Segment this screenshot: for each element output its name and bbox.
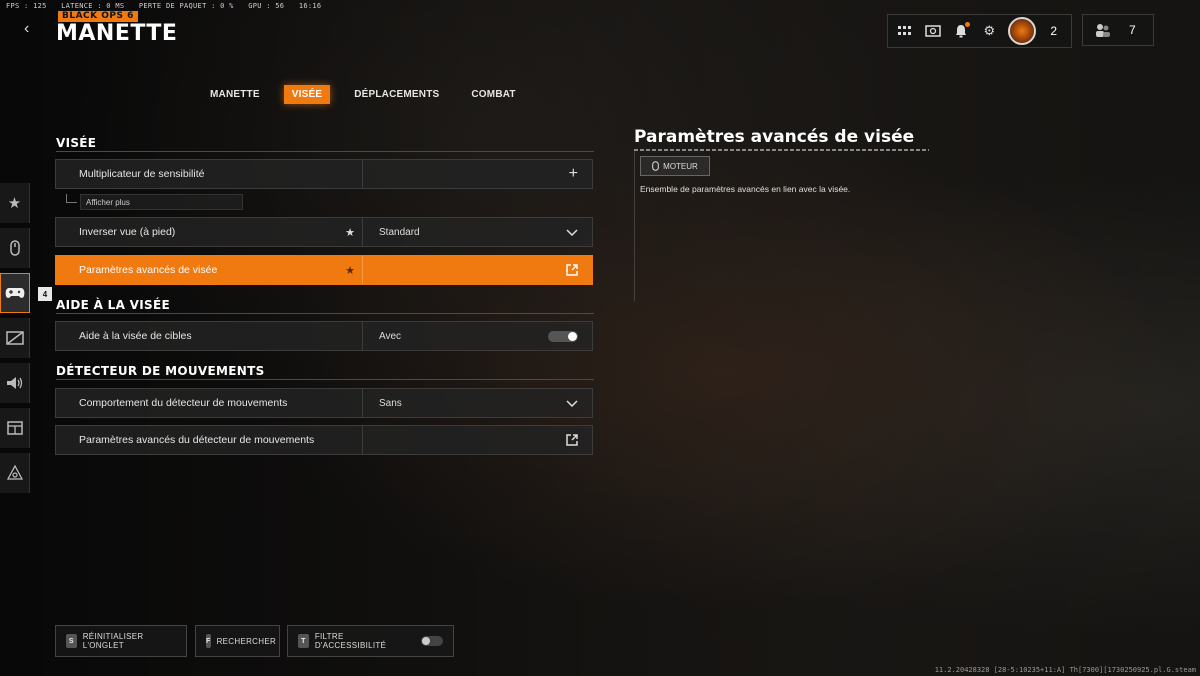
latency-readout: LATENCE : 0 MS xyxy=(61,2,125,10)
tab-deplacements[interactable]: DÉPLACEMENTS xyxy=(346,85,447,104)
external-link-icon xyxy=(566,264,578,276)
tab-manette[interactable]: MANETTE xyxy=(202,85,268,104)
section-divider xyxy=(56,151,594,152)
search-label: RECHERCHER xyxy=(216,636,277,646)
controller-icon[interactable] xyxy=(0,273,30,313)
target-aim-assist-row[interactable]: Aide à la visée de cibles Avec xyxy=(55,321,593,351)
section-divider xyxy=(56,313,594,314)
detector-behavior-value: Sans xyxy=(379,397,402,409)
key-hint: F xyxy=(206,634,211,648)
detail-title: Paramètres avancés de visée xyxy=(634,127,915,147)
invert-view-value: Standard xyxy=(379,226,420,238)
notification-dot xyxy=(965,22,971,27)
engine-tag-label: MOTEUR xyxy=(663,161,698,171)
section-divider xyxy=(56,379,594,380)
top-bar: ⚙ 2 xyxy=(887,14,1072,48)
detector-advanced-row[interactable]: Paramètres avancés du détecteur de mouve… xyxy=(55,425,593,455)
key-hint: S xyxy=(66,634,77,648)
favorite-star-icon[interactable]: ★ xyxy=(338,264,362,277)
detail-divider xyxy=(634,149,929,151)
aim-assist-toggle[interactable] xyxy=(548,330,578,342)
invert-view-row[interactable]: Inverser vue (à pied) ★ Standard xyxy=(55,217,593,247)
sensitivity-multiplier-row[interactable]: Multiplicateur de sensibilité + xyxy=(55,159,593,189)
tree-connector xyxy=(66,194,77,203)
settings-tabs: MANETTE VISÉE DÉPLACEMENTS COMBAT xyxy=(202,85,524,104)
mouse-icon[interactable] xyxy=(0,228,30,268)
invert-view-label: Inverser vue (à pied) xyxy=(79,226,176,238)
fps-readout: FPS : 125 xyxy=(6,2,47,10)
build-version: 11.2.20428328 [28-5:10235+11:A] Th[7300]… xyxy=(934,666,1196,674)
accessibility-filter-toggle[interactable] xyxy=(421,636,443,646)
accessibility-filter-button[interactable]: T FILTRE D'ACCESSIBILITÉ xyxy=(287,625,454,657)
friends-count: 7 xyxy=(1129,23,1136,37)
section-title-detecteur: DÉTECTEUR DE MOUVEMENTS xyxy=(56,364,265,378)
display-icon[interactable] xyxy=(0,318,30,358)
reset-tab-label: RÉINITIALISER L'ONGLET xyxy=(82,632,144,650)
notification-bell-icon[interactable] xyxy=(952,22,971,40)
search-button[interactable]: F RECHERCHER xyxy=(195,625,280,657)
apps-grid-icon[interactable] xyxy=(896,22,914,40)
target-aim-assist-label: Aide à la visée de cibles xyxy=(79,330,192,342)
detector-behavior-row[interactable]: Comportement du détecteur de mouvements … xyxy=(55,388,593,418)
friends-icon xyxy=(1096,24,1110,37)
target-aim-assist-value: Avec xyxy=(379,330,402,342)
interface-icon[interactable] xyxy=(0,408,30,448)
settings-gear-icon[interactable]: ⚙ xyxy=(980,22,998,40)
section-title-visee: VISÉE xyxy=(56,136,97,150)
advanced-aim-settings-label: Paramètres avancés de visée xyxy=(79,264,218,276)
section-title-aide: AIDE À LA VISÉE xyxy=(56,298,170,312)
tab-combat[interactable]: COMBAT xyxy=(463,85,523,104)
reset-tab-button[interactable]: S RÉINITIALISER L'ONGLET xyxy=(55,625,187,657)
detector-behavior-label: Comportement du détecteur de mouvements xyxy=(79,397,288,409)
audio-icon[interactable] xyxy=(0,363,30,403)
friends-button[interactable]: 7 xyxy=(1082,14,1154,46)
packet-loss-readout: PERTE DE PAQUET : 0 % xyxy=(138,2,234,10)
profile-count: 2 xyxy=(1050,24,1057,38)
detail-border xyxy=(634,151,635,301)
sensitivity-multiplier-label: Multiplicateur de sensibilité xyxy=(79,168,205,180)
accessibility-filter-label: FILTRE D'ACCESSIBILITÉ xyxy=(314,632,387,650)
clock-readout: 16:16 xyxy=(298,2,322,10)
settings-sidebar: ★ xyxy=(0,183,30,498)
page-title: MANETTE xyxy=(56,21,178,46)
detail-description: Ensemble de paramètres avancés en lien a… xyxy=(640,184,851,194)
sidebar-badge: 4 xyxy=(38,287,52,301)
chevron-down-icon xyxy=(566,228,578,236)
tab-visee[interactable]: VISÉE xyxy=(283,85,331,104)
favorite-star-icon[interactable]: ★ xyxy=(338,226,362,239)
engine-tag: MOTEUR xyxy=(640,156,710,176)
plus-icon[interactable]: + xyxy=(569,165,578,183)
key-hint: T xyxy=(298,634,309,648)
profile-avatar[interactable] xyxy=(1008,17,1037,45)
chevron-down-icon xyxy=(566,399,578,407)
advanced-aim-settings-row[interactable]: Paramètres avancés de visée ★ xyxy=(55,255,593,285)
show-more-button[interactable]: Afficher plus xyxy=(80,194,243,210)
gpu-readout: GPU : 56 xyxy=(248,2,285,10)
back-chevron-icon[interactable]: ‹ xyxy=(24,20,29,38)
external-link-icon xyxy=(566,434,578,446)
star-icon[interactable]: ★ xyxy=(0,183,30,223)
network-icon[interactable] xyxy=(0,453,30,493)
store-icon[interactable] xyxy=(924,22,942,40)
mouse-icon xyxy=(652,161,659,171)
detector-advanced-label: Paramètres avancés du détecteur de mouve… xyxy=(79,434,315,446)
performance-hud: FPS : 125 LATENCE : 0 MS PERTE DE PAQUET… xyxy=(6,2,331,10)
